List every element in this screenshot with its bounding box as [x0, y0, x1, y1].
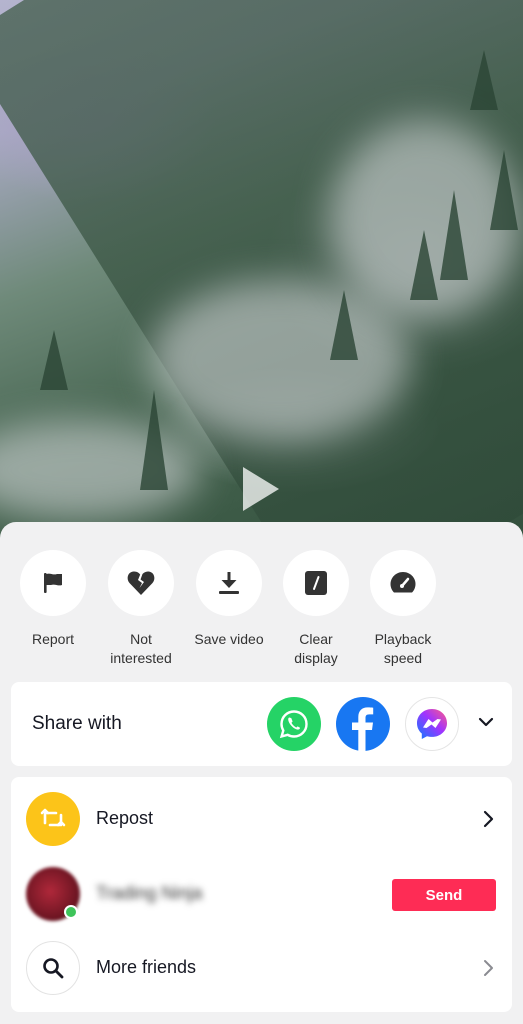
flag-icon: [44, 573, 62, 593]
tree: [40, 330, 68, 390]
save-video-circle[interactable]: [196, 550, 262, 616]
messenger-icon: [417, 709, 447, 739]
save-video-button[interactable]: Save video: [185, 550, 273, 649]
play-icon[interactable]: [243, 467, 279, 511]
clear-display-button[interactable]: Clear display: [272, 550, 360, 668]
share-sheet: Report Not interested Save video Clear d…: [0, 522, 523, 1024]
speedometer-icon: [390, 572, 416, 593]
more-friends-label: More friends: [96, 957, 197, 977]
tree: [490, 150, 518, 230]
send-button[interactable]: Send: [392, 879, 496, 911]
friend-name: Trading Ninja: [96, 883, 203, 903]
action-row: Report Not interested Save video Clear d…: [0, 550, 523, 670]
repost-row[interactable]: Repost: [11, 784, 512, 854]
messenger-button[interactable]: [405, 697, 459, 751]
mist: [0, 420, 200, 520]
playback-speed-circle[interactable]: [370, 550, 436, 616]
chevron-down-icon: [478, 717, 494, 727]
tree: [140, 390, 168, 490]
share-with-card: Share with: [11, 682, 512, 766]
save-video-label: Save video: [194, 631, 264, 647]
friends-card: Repost Trading Ninja Send More friends: [11, 777, 512, 1012]
report-label: Report: [31, 631, 75, 647]
not-interested-label: Not interested: [110, 631, 172, 666]
share-with-title: Share with: [32, 713, 122, 734]
facebook-button[interactable]: [336, 697, 390, 751]
chevron-right-icon: [481, 810, 495, 833]
whatsapp-button[interactable]: [267, 697, 321, 751]
mist: [150, 280, 410, 440]
playback-speed-label: Playback speed: [374, 631, 432, 666]
clear-display-label: Clear display: [294, 631, 338, 666]
whatsapp-icon: [279, 710, 308, 739]
repost-circle: [26, 792, 80, 846]
online-status-dot: [64, 905, 78, 919]
facebook-icon: [352, 707, 374, 751]
search-icon: [43, 958, 64, 979]
broken-heart-icon: [127, 571, 155, 595]
download-icon: [219, 572, 239, 594]
chevron-right-icon: [481, 959, 495, 982]
playback-speed-button[interactable]: Playback speed: [359, 550, 447, 668]
tree: [410, 230, 438, 300]
clear-display-circle[interactable]: [283, 550, 349, 616]
expand-share-button[interactable]: [477, 713, 495, 736]
tree: [440, 190, 468, 280]
not-interested-button[interactable]: Not interested: [97, 550, 185, 668]
repost-icon: [40, 808, 66, 827]
video-player[interactable]: [0, 0, 523, 560]
tree: [470, 50, 498, 110]
more-friends-row[interactable]: More friends: [11, 933, 512, 1003]
report-button[interactable]: Report: [9, 550, 97, 649]
friend-row[interactable]: Trading Ninja Send: [11, 859, 512, 929]
repost-label: Repost: [96, 808, 154, 828]
tree: [330, 290, 358, 360]
search-circle: [26, 941, 80, 995]
not-interested-circle[interactable]: [108, 550, 174, 616]
clear-display-icon: [305, 571, 327, 595]
report-circle[interactable]: [20, 550, 86, 616]
